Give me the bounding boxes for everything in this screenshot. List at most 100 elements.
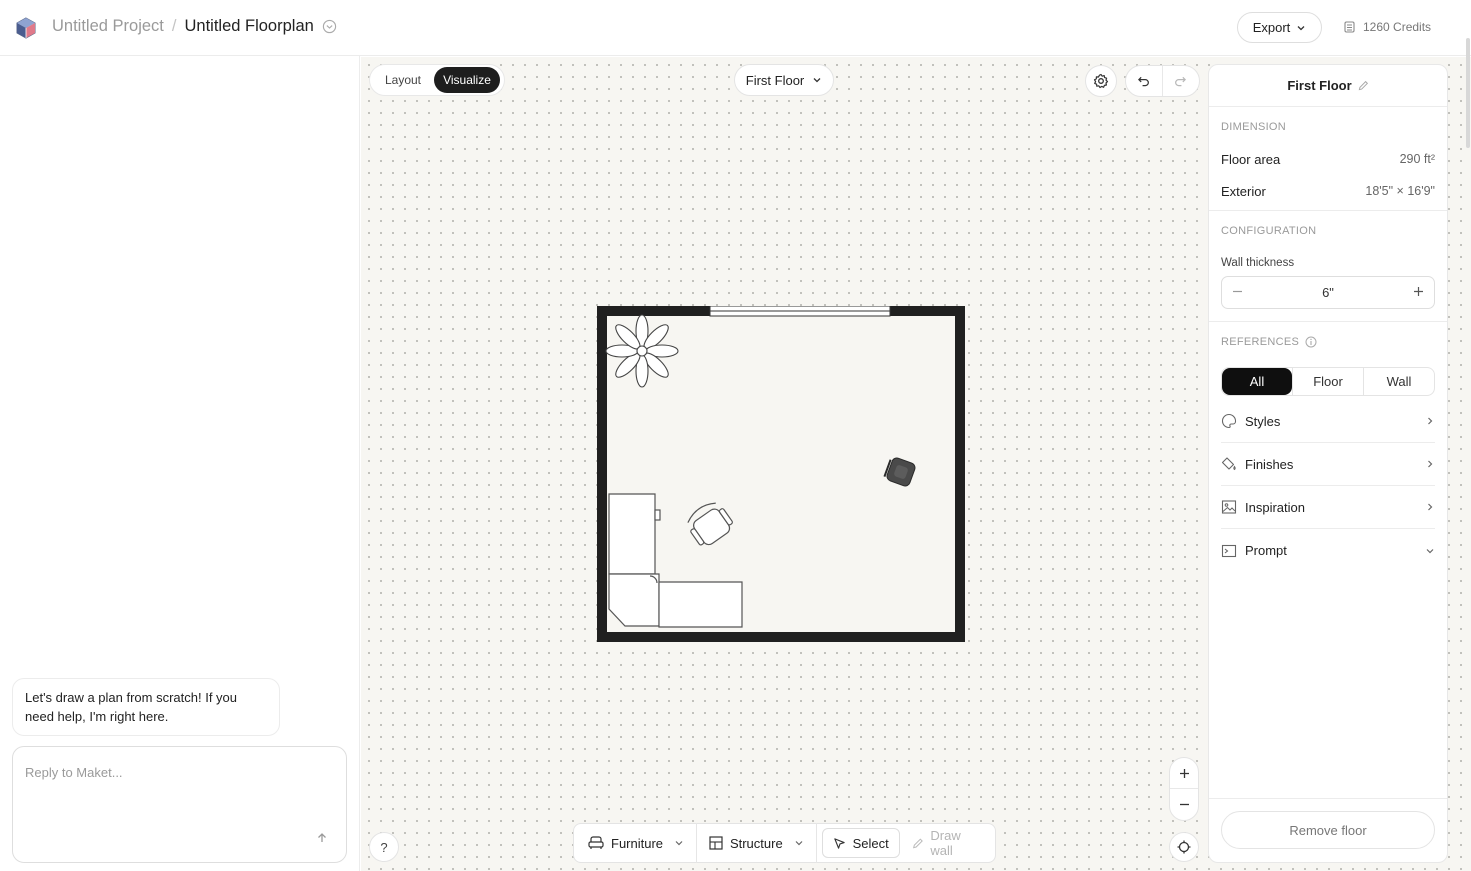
minus-icon bbox=[1233, 290, 1242, 293]
chevron-down-icon bbox=[813, 78, 821, 83]
dimension-label: DIMENSION bbox=[1221, 121, 1287, 133]
chevron-down-icon bbox=[1297, 25, 1305, 30]
structure-dropdown[interactable]: Structure bbox=[697, 827, 816, 859]
tab-wall[interactable]: Wall bbox=[1364, 368, 1434, 395]
arrow-up-icon bbox=[318, 833, 326, 842]
chevron-right-icon bbox=[1428, 417, 1433, 425]
reply-input[interactable] bbox=[25, 765, 325, 780]
configuration-section: CONFIGURATION Wall thickness 6" bbox=[1209, 211, 1447, 322]
exterior-value: 18'5" × 16'9" bbox=[1365, 184, 1435, 198]
remove-floor-button[interactable]: Remove floor bbox=[1221, 811, 1435, 849]
zoom-out-button[interactable] bbox=[1170, 789, 1198, 820]
decrement-button[interactable] bbox=[1232, 285, 1243, 300]
floor-area-row: Floor area 290 ft² bbox=[1221, 152, 1435, 167]
reference-item-prompt[interactable]: Prompt bbox=[1221, 529, 1435, 572]
mode-visualize-button[interactable]: Visualize bbox=[434, 67, 500, 93]
properties-panel: First Floor DIMENSION Floor area 290 ft²… bbox=[1208, 64, 1448, 863]
exterior-row: Exterior 18'5" × 16'9" bbox=[1221, 184, 1435, 199]
tab-floor[interactable]: Floor bbox=[1292, 368, 1364, 395]
zoom-in-button[interactable] bbox=[1170, 758, 1198, 789]
recenter-button[interactable] bbox=[1169, 832, 1199, 862]
grid-icon bbox=[709, 836, 723, 850]
undo-icon bbox=[1138, 76, 1150, 86]
terminal-icon bbox=[1221, 544, 1237, 557]
pencil-icon bbox=[912, 837, 923, 848]
pencil-icon[interactable] bbox=[1358, 80, 1369, 91]
redo-icon bbox=[1175, 76, 1187, 86]
reply-box[interactable] bbox=[12, 746, 347, 863]
reference-item-finishes[interactable]: Finishes bbox=[1221, 443, 1435, 486]
styles-label: Styles bbox=[1245, 413, 1281, 429]
breadcrumb-floorplan[interactable]: Untitled Floorplan bbox=[184, 17, 313, 36]
draw-wall-label: Draw wall bbox=[930, 828, 961, 858]
inspiration-label: Inspiration bbox=[1245, 499, 1305, 515]
assistant-message: Let's draw a plan from scratch! If you n… bbox=[12, 678, 280, 736]
breadcrumb-separator: / bbox=[171, 17, 177, 35]
palette-icon bbox=[1221, 413, 1237, 429]
toolbar-divider bbox=[815, 823, 817, 863]
armchair-icon bbox=[588, 836, 604, 849]
maket-logo-icon[interactable] bbox=[14, 16, 38, 40]
wall-thickness-label: Wall thickness bbox=[1221, 257, 1295, 269]
dimension-section: DIMENSION Floor area 290 ft² Exterior 18… bbox=[1209, 107, 1447, 211]
chevron-down-icon bbox=[675, 841, 683, 846]
tab-all[interactable]: All bbox=[1222, 368, 1292, 395]
furniture-label: Furniture bbox=[611, 835, 664, 851]
select-tool-button[interactable]: Select bbox=[821, 828, 900, 858]
exterior-label: Exterior bbox=[1221, 184, 1266, 199]
floor-select[interactable]: First Floor bbox=[734, 64, 834, 96]
floor-select-label: First Floor bbox=[745, 72, 805, 88]
redo-button[interactable] bbox=[1163, 66, 1200, 96]
wall-thickness-stepper: 6" bbox=[1221, 276, 1435, 309]
chat-panel: Let's draw a plan from scratch! If you n… bbox=[0, 56, 360, 871]
finishes-label: Finishes bbox=[1245, 456, 1294, 472]
room-plan[interactable] bbox=[597, 306, 965, 642]
mode-layout-button[interactable]: Layout bbox=[372, 67, 434, 93]
chevron-down-icon bbox=[1426, 548, 1434, 553]
app-header: Untitled Project / Untitled Floorplan Ex… bbox=[0, 0, 1471, 56]
increment-button[interactable] bbox=[1413, 285, 1424, 300]
minus-icon bbox=[1179, 803, 1189, 806]
prompt-label: Prompt bbox=[1245, 543, 1287, 558]
image-icon bbox=[1221, 500, 1237, 514]
chevron-down-icon bbox=[795, 841, 803, 846]
send-button[interactable] bbox=[312, 828, 332, 848]
export-button[interactable]: Export bbox=[1237, 12, 1322, 43]
wall-thickness-value[interactable]: 6" bbox=[1322, 285, 1334, 300]
coins-icon bbox=[1344, 21, 1355, 33]
help-button[interactable]: ? bbox=[369, 832, 399, 862]
floor-name[interactable]: First Floor bbox=[1287, 78, 1351, 93]
plus-icon bbox=[1179, 768, 1189, 778]
settings-button[interactable] bbox=[1085, 65, 1117, 97]
credits-indicator[interactable]: 1260 Credits bbox=[1343, 20, 1431, 34]
plant[interactable] bbox=[605, 314, 679, 388]
page-scrollbar[interactable] bbox=[1466, 38, 1470, 148]
configuration-label: CONFIGURATION bbox=[1221, 225, 1317, 237]
reference-item-inspiration[interactable]: Inspiration bbox=[1221, 486, 1435, 529]
chevron-circle-down-icon[interactable] bbox=[322, 19, 338, 35]
select-label: Select bbox=[852, 835, 889, 851]
gear-icon bbox=[1093, 73, 1109, 89]
properties-title: First Floor bbox=[1209, 65, 1447, 107]
references-label: REFERENCES bbox=[1221, 336, 1300, 348]
export-label: Export bbox=[1252, 20, 1291, 35]
floor-area-value: 290 ft² bbox=[1399, 152, 1435, 166]
references-tabs: All Floor Wall bbox=[1221, 367, 1435, 396]
target-icon bbox=[1177, 840, 1191, 854]
window[interactable] bbox=[709, 306, 891, 317]
furniture-dropdown[interactable]: Furniture bbox=[576, 827, 696, 859]
references-header: REFERENCES bbox=[1221, 336, 1317, 348]
draw-wall-button[interactable]: Draw wall bbox=[900, 827, 993, 859]
footer-divider bbox=[1209, 798, 1447, 799]
credits-count: 1260 Credits bbox=[1363, 20, 1432, 34]
structure-label: Structure bbox=[729, 835, 783, 851]
breadcrumb: Untitled Project / Untitled Floorplan bbox=[52, 17, 338, 36]
info-icon[interactable] bbox=[1305, 336, 1317, 348]
undo-button[interactable] bbox=[1126, 66, 1163, 96]
chevron-right-icon bbox=[1428, 503, 1433, 511]
mode-toggle: Layout Visualize bbox=[369, 64, 505, 96]
undo-redo-group bbox=[1125, 65, 1200, 97]
reference-item-styles[interactable]: Styles bbox=[1221, 400, 1435, 443]
cursor-icon bbox=[833, 837, 845, 849]
breadcrumb-project[interactable]: Untitled Project bbox=[52, 17, 164, 36]
